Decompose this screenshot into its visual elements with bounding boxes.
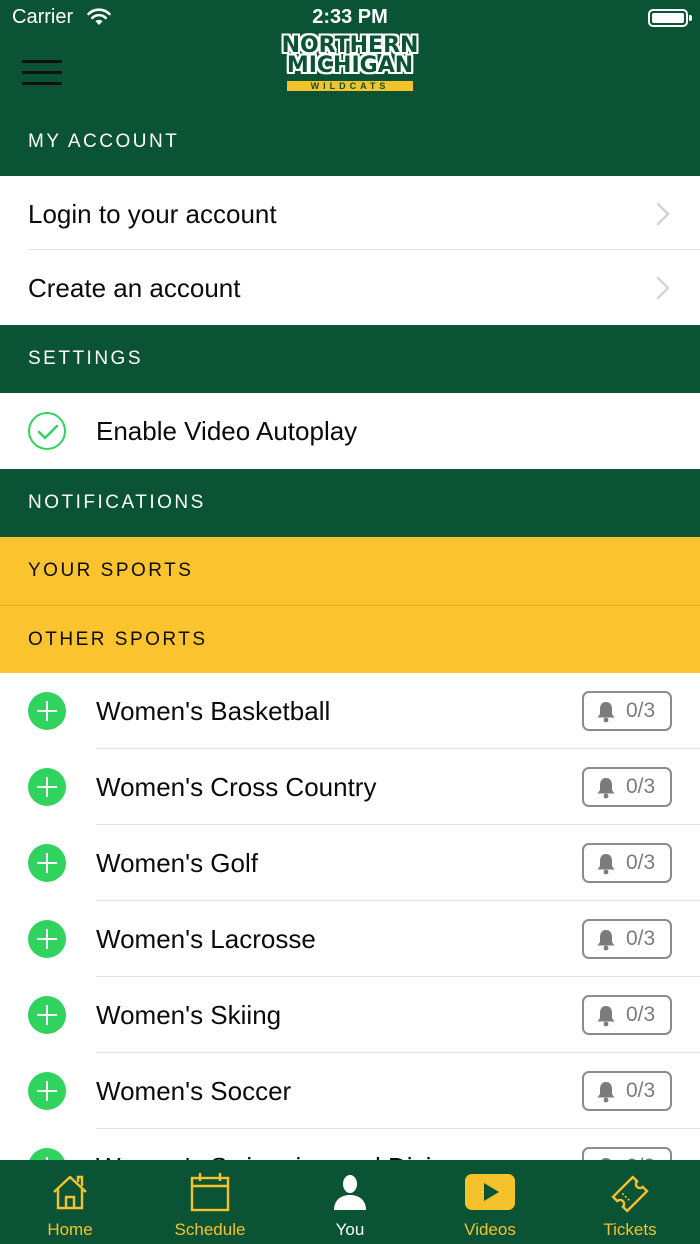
notification-count-button[interactable]: 0/3: [582, 1071, 672, 1111]
section-your-sports: YOUR SPORTS: [0, 537, 700, 605]
sport-row[interactable]: Women's Golf 0/3: [0, 825, 700, 901]
ticket-icon: [611, 1175, 649, 1213]
section-my-account: MY ACCOUNT: [0, 108, 700, 176]
bell-icon: [597, 1006, 615, 1027]
notification-count-button[interactable]: 0/3: [582, 995, 672, 1035]
add-plus-icon[interactable]: [28, 996, 66, 1034]
tab-schedule[interactable]: Schedule: [140, 1160, 280, 1244]
sport-name: Women's Golf: [96, 848, 258, 878]
add-plus-icon[interactable]: [28, 1072, 66, 1110]
add-plus-icon[interactable]: [28, 920, 66, 958]
tab-home[interactable]: Home: [0, 1160, 140, 1244]
tab-tickets[interactable]: Tickets: [560, 1160, 700, 1244]
checkmark-icon[interactable]: [28, 412, 66, 450]
notification-count: 0/3: [626, 1079, 656, 1102]
sport-name: Women's Soccer: [96, 1076, 292, 1106]
calendar-icon: [190, 1173, 230, 1212]
add-plus-icon[interactable]: [28, 692, 66, 730]
add-plus-icon[interactable]: [28, 768, 66, 806]
section-notifications: NOTIFICATIONS: [0, 469, 700, 537]
notification-count-button[interactable]: 0/3: [582, 919, 672, 959]
status-bar: Carrier 2:33 PM: [0, 0, 700, 36]
section-settings: SETTINGS: [0, 325, 700, 393]
tab-bar: Home Schedule You Videos Tickets: [0, 1160, 700, 1244]
notification-count: 0/3: [626, 851, 656, 874]
tab-you[interactable]: You: [280, 1160, 420, 1244]
bell-icon: [597, 1082, 615, 1103]
play-icon: [465, 1174, 515, 1210]
tab-label: Tickets: [603, 1220, 657, 1239]
sport-row[interactable]: Women's Soccer 0/3: [0, 1053, 700, 1129]
sport-name: Women's Skiing: [96, 1000, 282, 1030]
create-account-row[interactable]: Create an account: [0, 250, 700, 326]
sport-name: Women's Cross Country: [96, 772, 377, 802]
tab-label: Videos: [464, 1220, 516, 1239]
login-row[interactable]: Login to your account: [0, 176, 700, 252]
bell-icon: [597, 778, 615, 799]
notification-count-button[interactable]: 0/3: [582, 691, 672, 731]
bell-icon: [597, 702, 615, 723]
sport-name: Women's Lacrosse: [96, 924, 316, 954]
sport-name: Women's Basketball: [96, 696, 331, 726]
home-icon: [53, 1175, 87, 1210]
tab-videos[interactable]: Videos: [420, 1160, 560, 1244]
battery-tip: [689, 15, 692, 21]
notification-count: 0/3: [626, 927, 656, 950]
clock: 2:33 PM: [312, 6, 388, 28]
notification-count-button[interactable]: 0/3: [582, 843, 672, 883]
chevron-right-icon: [656, 276, 670, 300]
sport-row[interactable]: Women's Lacrosse 0/3: [0, 901, 700, 977]
notification-count: 0/3: [626, 1003, 656, 1026]
sport-row[interactable]: Women's Basketball 0/3: [0, 673, 700, 749]
logo-line-2: MICHIGAN: [286, 53, 414, 78]
create-account-label: Create an account: [28, 273, 241, 303]
autoplay-label: Enable Video Autoplay: [96, 416, 358, 446]
notification-count-button[interactable]: 0/3: [582, 767, 672, 807]
hamburger-menu-icon[interactable]: [22, 60, 62, 86]
login-label: Login to your account: [28, 199, 277, 229]
bell-icon: [597, 930, 615, 951]
bell-icon: [597, 854, 615, 875]
notification-count: 0/3: [626, 775, 656, 798]
battery-icon: [648, 9, 688, 27]
northern-michigan-logo: NORTHERN MICHIGAN WILDCATS: [255, 35, 445, 96]
header: Carrier 2:33 PM NORTHERN MICHIGAN WILDCA…: [0, 0, 700, 108]
notification-count: 0/3: [626, 699, 656, 722]
person-icon: [334, 1175, 366, 1210]
tab-label: Home: [47, 1220, 93, 1239]
chevron-right-icon: [656, 202, 670, 226]
tab-label: You: [335, 1220, 365, 1239]
sport-row[interactable]: Women's Skiing 0/3: [0, 977, 700, 1053]
section-other-sports: OTHER SPORTS: [0, 605, 700, 673]
sport-row[interactable]: Women's Cross Country 0/3: [0, 749, 700, 825]
autoplay-row[interactable]: Enable Video Autoplay: [0, 393, 700, 469]
add-plus-icon[interactable]: [28, 844, 66, 882]
logo-subtitle: WILDCATS: [285, 79, 415, 93]
tab-label: Schedule: [174, 1220, 246, 1239]
